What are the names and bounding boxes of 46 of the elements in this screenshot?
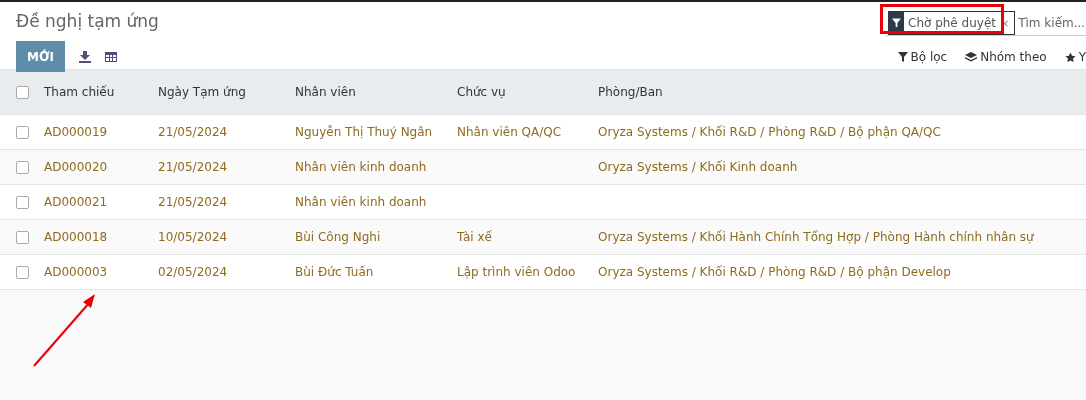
table-cell-text: Tài xế: [457, 230, 493, 244]
table-cell-text: Nhân viên QA/QC: [457, 125, 563, 139]
search-option-button[interactable]: Y: [1064, 50, 1086, 64]
table-cell-text: Bùi Đức Tuấn: [295, 265, 375, 279]
filter-icon: [897, 52, 908, 62]
table-cell-text: Nhân viên kinh doanh: [295, 195, 428, 209]
layers-icon: [965, 51, 978, 63]
table-cell-text: AD000003: [44, 265, 109, 279]
table-cell-text: 02/05/2024: [158, 265, 229, 279]
table-cell-text: AD000020: [44, 160, 109, 174]
table-cell-text: Oryza Systems / Khối R&D / Phòng R&D / Bộ phận QA/QC: [598, 125, 942, 139]
table-cell-text: Lập trình viên Odoo: [457, 265, 577, 279]
table-cell-text: Nhân viên kinh doanh: [295, 160, 428, 174]
search-field[interactable]: Tìm kiếm...: [1015, 16, 1086, 30]
facet-label: Chờ phê duyệt: [907, 16, 997, 30]
download-icon[interactable]: [78, 50, 91, 63]
table-cell-text: AD000018: [44, 230, 109, 244]
column-header[interactable]: Ngày Tạm ứng: [158, 85, 295, 99]
page-title: Đề nghị tạm ứng: [16, 10, 159, 32]
table-cell-text: Bùi Công Nghi: [295, 230, 382, 244]
table-cell-text: 10/05/2024: [158, 230, 229, 244]
checkbox[interactable]: [16, 230, 29, 244]
checkbox[interactable]: [16, 195, 29, 209]
column-header[interactable]: Phòng/Ban: [598, 85, 1086, 99]
table-cell-text: Oryza Systems / Khối R&D / Phòng R&D / Bộ phận Develop: [598, 265, 952, 279]
search-option-button[interactable]: Nhóm theo: [965, 50, 1047, 64]
column-header[interactable]: Nhân viên: [295, 85, 457, 99]
column-header[interactable]: Chức vụ: [457, 85, 598, 99]
table-icon[interactable]: [104, 51, 117, 62]
new-button[interactable]: MỚI: [16, 41, 65, 72]
checkbox[interactable]: [16, 160, 29, 174]
column-header[interactable]: Tham chiếu: [44, 85, 158, 99]
search-option-button[interactable]: Bộ lọc: [897, 50, 948, 64]
checkbox[interactable]: [16, 265, 29, 279]
table-cell-text: AD000021: [44, 195, 109, 209]
table-cell-text: 21/05/2024: [158, 160, 229, 174]
checkbox[interactable]: [16, 85, 29, 99]
table-cell-text: AD000019: [44, 125, 109, 139]
filter-icon: [892, 18, 901, 28]
table-cell-text: Nguyễn Thị Thuý Ngân: [295, 125, 434, 139]
table-cell-text: 21/05/2024: [158, 195, 229, 209]
table-cell-text: 21/05/2024: [158, 125, 229, 139]
checkbox[interactable]: [16, 125, 29, 139]
table-cell-text: Oryza Systems / Khối Hành Chính Tổng Hợp / Phòng Hành chính nhân sự: [598, 230, 1035, 244]
table-cell-text: Oryza Systems / Khối Kinh doanh: [598, 160, 799, 174]
star-icon: [1064, 51, 1076, 63]
